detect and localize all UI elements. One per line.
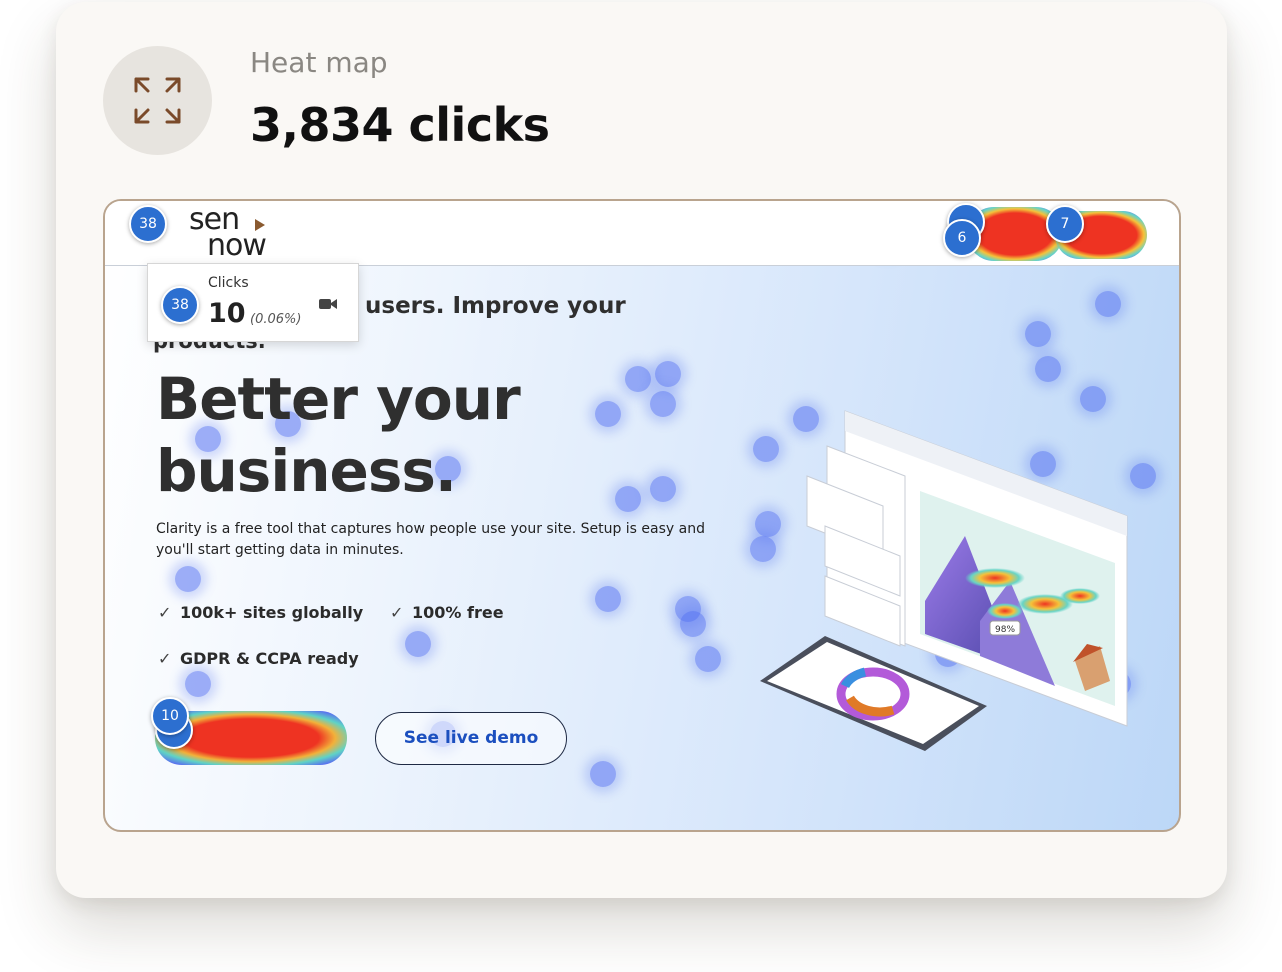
heat-dot (695, 646, 721, 672)
feature-label: GDPR & CCPA ready (180, 649, 359, 668)
logo-text-bottom: now (207, 228, 267, 263)
heat-dot (625, 366, 651, 392)
heat-dot (615, 486, 641, 512)
heat-dot (175, 566, 201, 592)
hero-headline: Better your business. (156, 363, 521, 507)
tooltip-label: Clicks (208, 275, 249, 291)
illustration-percent: 98% (995, 625, 1015, 635)
video-camera-icon[interactable] (318, 297, 338, 311)
click-marker-nav-b[interactable]: 7 (1046, 205, 1084, 243)
hero-description: Clarity is a free tool that captures how… (156, 521, 705, 558)
checkmark-icon: ✓ (390, 603, 404, 622)
headline-line-1: Better your (156, 365, 521, 433)
heat-dot (185, 671, 211, 697)
heat-dot (1095, 291, 1121, 317)
see-live-demo-button[interactable]: See live demo (375, 712, 567, 765)
feature-item: ✓ 100k+ sites globally (158, 603, 363, 622)
tooltip-value: 10 (208, 298, 246, 329)
checkmark-icon: ✓ (158, 603, 172, 622)
headline-line-2: business. (156, 437, 457, 505)
heat-dot (650, 476, 676, 502)
heat-dot (405, 631, 431, 657)
heat-dot (1035, 356, 1061, 382)
expand-arrows-icon (134, 77, 181, 124)
click-count: 3,834 clicks (250, 98, 550, 152)
product-illustration: 98% (760, 410, 1128, 751)
checkmark-icon: ✓ (158, 649, 172, 668)
heat-dot (595, 586, 621, 612)
feature-label: 100% free (412, 603, 504, 622)
heat-dot (655, 361, 681, 387)
heat-dot (590, 761, 616, 787)
expand-button[interactable] (103, 46, 212, 155)
tagline: users. Improve your (365, 293, 626, 319)
tooltip-percent: (0.06%) (250, 312, 302, 327)
site-nav: sen now (105, 201, 1179, 266)
feature-label: 100k+ sites globally (180, 603, 364, 622)
click-tooltip: 38 Clicks 10 (0.06%) (147, 263, 359, 342)
heat-dot (680, 611, 706, 637)
click-marker-nav-a[interactable]: 6 (943, 219, 981, 257)
heat-dot (1025, 321, 1051, 347)
click-marker-logo[interactable]: 38 (129, 205, 167, 243)
heatmap-label: Heat map (250, 46, 388, 79)
click-marker-cta[interactable]: 10 (151, 697, 189, 735)
feature-item: ✓ GDPR & CCPA ready (158, 649, 359, 668)
heat-dot (595, 401, 621, 427)
tooltip-badge: 38 (161, 286, 199, 324)
site-logo[interactable]: sen now (189, 205, 267, 263)
feature-item: ✓ 100% free (390, 603, 504, 622)
heat-dot (650, 391, 676, 417)
